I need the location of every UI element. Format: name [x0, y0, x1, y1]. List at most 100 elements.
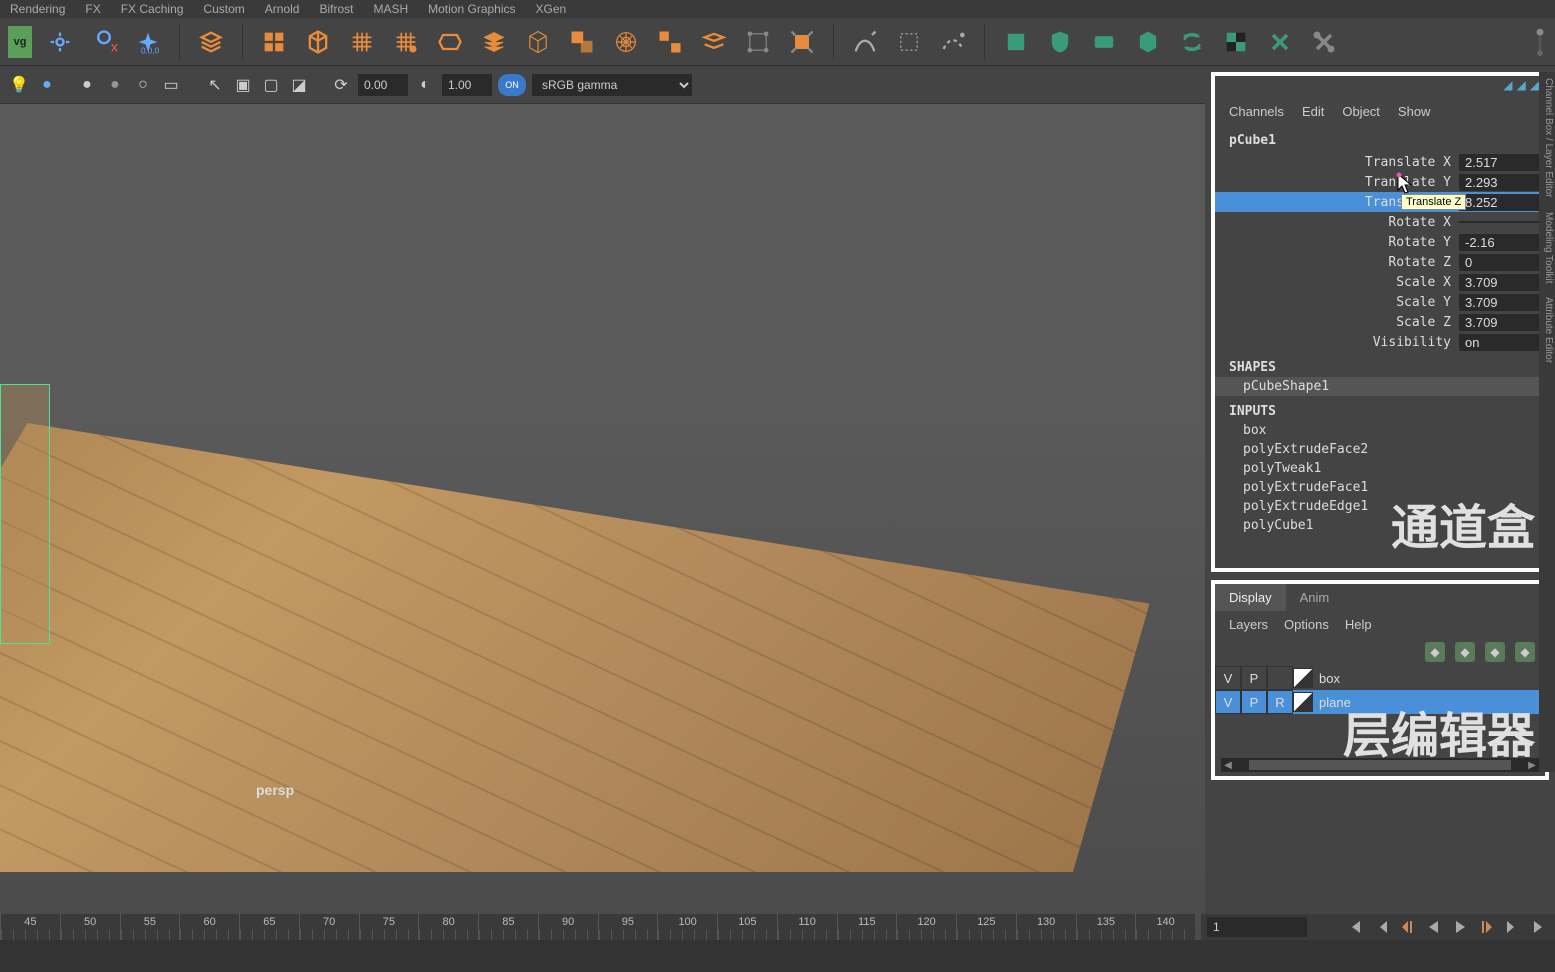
stack-icon[interactable] — [478, 26, 510, 58]
toggle-on-icon[interactable]: ON — [498, 74, 526, 96]
layer-tab-display[interactable]: Display — [1215, 584, 1286, 611]
attr-row-translate-y[interactable]: Translate Y2.293 — [1215, 172, 1545, 192]
attr-row-scale-z[interactable]: Scale Z3.709 — [1215, 312, 1545, 332]
menu-motion-graphics[interactable]: Motion Graphics — [428, 2, 515, 16]
attr-value[interactable]: 2.293 — [1459, 174, 1545, 191]
right-tab[interactable]: Attribute Editor — [1540, 297, 1554, 363]
sculpt-icon[interactable] — [1308, 26, 1340, 58]
snap-curve-icon[interactable]: x — [88, 26, 120, 58]
layer-color-swatch[interactable] — [1293, 668, 1313, 688]
cb-icon2[interactable]: ◢ — [1517, 78, 1526, 92]
go-start-button[interactable] — [1345, 917, 1367, 937]
object-name[interactable]: pCube1 — [1215, 129, 1545, 152]
svg-tool-icon[interactable]: vg — [8, 26, 32, 58]
green-cube-icon[interactable] — [1132, 26, 1164, 58]
attr-value[interactable]: 3.709 — [1459, 274, 1545, 291]
layer-row-box[interactable]: VPbox — [1215, 666, 1545, 690]
timeline[interactable]: 4550556065707580859095100105110115120125… — [0, 914, 1195, 940]
attr-row-scale-y[interactable]: Scale Y3.709 — [1215, 292, 1545, 312]
refresh-icon[interactable]: ⟳ — [330, 74, 352, 96]
curve-tool-icon[interactable] — [849, 26, 881, 58]
uv-grid-icon[interactable] — [1220, 26, 1252, 58]
attr-value[interactable]: 3.709 — [1459, 314, 1545, 331]
menu-xgen[interactable]: XGen — [536, 2, 567, 16]
attr-label[interactable]: Translate X — [1215, 155, 1459, 170]
snap-grid-icon[interactable] — [44, 26, 76, 58]
attr-row-scale-x[interactable]: Scale X3.709 — [1215, 272, 1545, 292]
green-swap-icon[interactable] — [1176, 26, 1208, 58]
menu-bifrost[interactable]: Bifrost — [319, 2, 353, 16]
mesh-grid2-icon[interactable] — [390, 26, 422, 58]
attr-value[interactable]: on — [1459, 334, 1545, 351]
cb-menu-object[interactable]: Object — [1342, 104, 1380, 119]
green-cut-icon[interactable] — [1264, 26, 1296, 58]
attr-label[interactable]: Scale X — [1215, 275, 1459, 290]
contrast-icon[interactable]: ◐ — [414, 74, 436, 96]
menu-mash[interactable]: MASH — [373, 2, 408, 16]
attr-row-rotate-y[interactable]: Rotate Y-2.16 — [1215, 232, 1545, 252]
cursor-icon[interactable]: ↖ — [204, 74, 226, 96]
cb-menu-channels[interactable]: Channels — [1229, 104, 1284, 119]
colorspace-select[interactable]: sRGB gamma — [532, 74, 692, 96]
attr-value[interactable]: 0 — [1459, 254, 1545, 271]
play-forward-button[interactable] — [1449, 917, 1471, 937]
attr-row-translate-x[interactable]: Translate X2.517 — [1215, 152, 1545, 172]
attr-label[interactable]: Visibility — [1215, 335, 1459, 350]
layer-menu-options[interactable]: Options — [1284, 617, 1329, 632]
green-square-icon[interactable] — [1000, 26, 1032, 58]
exposure-input[interactable] — [358, 74, 408, 96]
cb-menu-edit[interactable]: Edit — [1302, 104, 1324, 119]
circle-icon[interactable]: ○ — [132, 74, 154, 96]
combine-icon[interactable] — [566, 26, 598, 58]
shape-item[interactable]: pCubeShape1 — [1215, 377, 1545, 396]
menu-rendering[interactable]: Rendering — [10, 2, 65, 16]
layer-icon-3[interactable]: ◆ — [1485, 642, 1505, 662]
viewport-3d[interactable]: persp — [0, 104, 1205, 972]
key-back-button[interactable] — [1397, 917, 1419, 937]
rect-icon[interactable]: ▭ — [160, 74, 182, 96]
layer-menu-help[interactable]: Help — [1345, 617, 1372, 632]
step-back-button[interactable] — [1371, 917, 1393, 937]
layer-icon-1[interactable]: ◆ — [1425, 642, 1445, 662]
attr-label[interactable]: Rotate Y — [1215, 235, 1459, 250]
right-tab[interactable]: Channel Box / Layer Editor — [1540, 78, 1554, 198]
attr-row-rotate-z[interactable]: Rotate Z0 — [1215, 252, 1545, 272]
input-item[interactable]: polyExtrudeFace2 — [1215, 440, 1545, 459]
cb-menu-show[interactable]: Show — [1398, 104, 1431, 119]
play-back-button[interactable] — [1423, 917, 1445, 937]
gamma-input[interactable] — [442, 74, 492, 96]
cb-icon1[interactable]: ◢ — [1503, 78, 1512, 92]
key-forward-button[interactable] — [1475, 917, 1497, 937]
layer-p-toggle[interactable]: P — [1241, 666, 1267, 690]
window2-icon[interactable]: ▢ — [260, 74, 282, 96]
window3-icon[interactable]: ◪ — [288, 74, 310, 96]
transform-icon[interactable] — [786, 26, 818, 58]
layer-v-toggle[interactable]: V — [1215, 690, 1241, 714]
menu-arnold[interactable]: Arnold — [265, 2, 300, 16]
attr-value[interactable]: 2.517 — [1459, 154, 1545, 171]
layer-r-toggle[interactable] — [1267, 666, 1293, 690]
layer-name[interactable]: box — [1313, 671, 1340, 686]
layers2-icon[interactable] — [698, 26, 730, 58]
green-rect-icon[interactable] — [1088, 26, 1120, 58]
menu-fx[interactable]: FX — [85, 2, 100, 16]
separate-icon[interactable] — [654, 26, 686, 58]
attr-value[interactable] — [1459, 221, 1545, 223]
layer-icon-2[interactable]: ◆ — [1455, 642, 1475, 662]
layer-p-toggle[interactable]: P — [1241, 690, 1267, 714]
layer-icon[interactable] — [195, 26, 227, 58]
attr-value[interactable]: -2.16 — [1459, 234, 1545, 251]
right-tab[interactable]: Modeling Toolkit — [1540, 212, 1554, 284]
attr-value[interactable]: 8.252 — [1459, 194, 1545, 211]
input-item[interactable]: box — [1215, 421, 1545, 440]
attr-value[interactable]: 3.709 — [1459, 294, 1545, 311]
right-sidebar-tabs[interactable]: Channel Box / Layer Editor Modeling Toolk… — [1539, 72, 1555, 772]
selection-box-icon[interactable] — [893, 26, 925, 58]
bbox-icon[interactable] — [742, 26, 774, 58]
light-icon[interactable]: 💡 — [8, 74, 30, 96]
layer-menu-layers[interactable]: Layers — [1229, 617, 1268, 632]
layer-tab-anim[interactable]: Anim — [1286, 584, 1344, 611]
current-frame-input[interactable] — [1207, 917, 1307, 937]
grid-icon[interactable] — [258, 26, 290, 58]
layer-color-swatch[interactable] — [1293, 692, 1313, 712]
